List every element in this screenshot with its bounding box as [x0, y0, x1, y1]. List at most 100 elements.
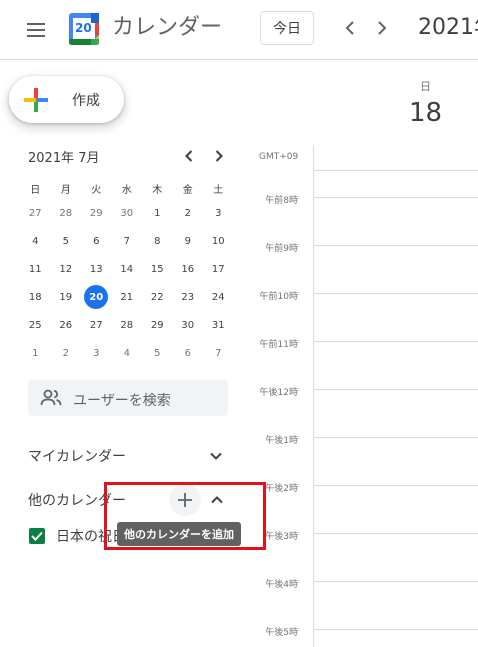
- chevron-right-icon: [378, 21, 387, 35]
- mini-calendar-day[interactable]: 6: [81, 227, 112, 255]
- mini-calendar-day[interactable]: 29: [81, 199, 112, 227]
- mini-calendar-day[interactable]: 7: [203, 339, 234, 367]
- mini-calendar-day[interactable]: 26: [51, 311, 82, 339]
- previous-period-button[interactable]: [338, 14, 362, 42]
- mini-calendar-grid: 日月火水木金土 27 28 29 30 1 2 3 4 5 6 7 8 9 10 11 12 13 14 15 16 17…: [20, 177, 234, 367]
- mini-calendar-day-number: 22: [150, 291, 164, 303]
- mini-calendar-day[interactable]: 23: [173, 283, 204, 311]
- hour-gridline: [313, 341, 478, 342]
- mini-calendar-day-number: 31: [211, 319, 225, 331]
- mini-calendar-day[interactable]: 6: [173, 339, 204, 367]
- mini-calendar-day-number: 13: [89, 263, 103, 275]
- mini-calendar-day-number: 23: [181, 291, 195, 303]
- mini-calendar-day-number: 10: [211, 235, 225, 247]
- mini-calendar-day[interactable]: 10: [203, 227, 234, 255]
- mini-calendar-day[interactable]: 4: [20, 227, 51, 255]
- hour-label: 午後5時: [265, 628, 298, 638]
- mini-calendar-day-number: 28: [120, 319, 134, 331]
- top-bar: 20 カレンダー 今日 2021年: [0, 0, 478, 60]
- mini-calendar-day-number: 9: [184, 235, 191, 247]
- timezone-label: GMT+09: [259, 152, 299, 162]
- mini-calendar-day[interactable]: 31: [203, 311, 234, 339]
- mini-calendar-day[interactable]: 17: [203, 255, 234, 283]
- mini-calendar-day-number: 4: [123, 347, 130, 359]
- mini-calendar-day[interactable]: 12: [51, 255, 82, 283]
- my-calendars-header[interactable]: マイカレンダー: [28, 446, 126, 466]
- mini-calendar-day[interactable]: 16: [173, 255, 204, 283]
- next-period-button[interactable]: [370, 14, 394, 42]
- mini-calendar-prev-month[interactable]: [179, 145, 199, 167]
- mini-calendar-day[interactable]: 15: [142, 255, 173, 283]
- mini-calendar-weekday: 水: [121, 184, 132, 196]
- mini-calendar-day-number: 16: [181, 263, 195, 275]
- mini-calendar-day[interactable]: 1: [142, 199, 173, 227]
- mini-calendar-day-number: 21: [120, 291, 134, 303]
- day-header-number[interactable]: 18: [409, 98, 442, 128]
- mini-calendar-day[interactable]: 27: [20, 199, 51, 227]
- mini-calendar-day[interactable]: 28: [51, 199, 82, 227]
- hour-label: 午後4時: [265, 580, 298, 590]
- plus-icon: [24, 88, 48, 112]
- mini-calendar-day[interactable]: 4: [112, 339, 143, 367]
- mini-calendar-day-number: 20: [84, 285, 109, 309]
- mini-calendar-day[interactable]: 2: [51, 339, 82, 367]
- mini-calendar-day-number: 30: [181, 319, 195, 331]
- hour-label: 午前11時: [259, 340, 298, 350]
- mini-calendar-day-number: 12: [59, 263, 73, 275]
- hour-gridline: [313, 581, 478, 582]
- mini-calendar-day[interactable]: 2: [173, 199, 204, 227]
- people-icon: [40, 389, 62, 406]
- mini-calendar-day[interactable]: 28: [112, 311, 143, 339]
- mini-calendar-day[interactable]: 8: [142, 227, 173, 255]
- mini-calendar-day[interactable]: 21: [112, 283, 143, 311]
- checkmark-icon: [31, 531, 43, 541]
- mini-calendar-day[interactable]: 24: [203, 283, 234, 311]
- logo-day-number: 20: [75, 21, 92, 35]
- mini-calendar-day[interactable]: 7: [112, 227, 143, 255]
- mini-calendar-day[interactable]: 5: [142, 339, 173, 367]
- mini-calendar-day[interactable]: 29: [142, 311, 173, 339]
- my-calendars-toggle[interactable]: [206, 446, 226, 466]
- create-button[interactable]: 作成: [9, 76, 124, 123]
- mini-calendar-day-number: 28: [59, 207, 73, 219]
- hour-gridline: [313, 437, 478, 438]
- hour-gridline: [313, 629, 478, 630]
- mini-calendar-day[interactable]: 11: [20, 255, 51, 283]
- mini-calendar-day[interactable]: 1: [20, 339, 51, 367]
- mini-calendar-day[interactable]: 19: [51, 283, 82, 311]
- mini-calendar-day-number: 3: [93, 347, 100, 359]
- main-menu-button[interactable]: [22, 16, 50, 44]
- mini-calendar-day[interactable]: 14: [112, 255, 143, 283]
- search-people-field[interactable]: ユーザーを検索: [28, 380, 228, 416]
- all-day-divider: [313, 170, 478, 171]
- mini-calendar-day[interactable]: 25: [20, 311, 51, 339]
- today-button[interactable]: 今日: [260, 11, 314, 45]
- hour-gridline: [313, 293, 478, 294]
- mini-calendar-day[interactable]: 3: [81, 339, 112, 367]
- holiday-calendar-checkbox[interactable]: [29, 528, 45, 544]
- chevron-right-icon: [215, 150, 223, 162]
- mini-calendar-weekday: 金: [182, 184, 193, 196]
- mini-calendar-day[interactable]: 30: [173, 311, 204, 339]
- mini-calendar-day[interactable]: 22: [142, 283, 173, 311]
- hour-label: 午後12時: [259, 388, 298, 398]
- mini-calendar-day-number: 29: [150, 319, 164, 331]
- mini-calendar-day[interactable]: 5: [51, 227, 82, 255]
- mini-calendar-day[interactable]: 27: [81, 311, 112, 339]
- mini-calendar-day[interactable]: 30: [112, 199, 143, 227]
- current-period-title: 2021年: [418, 15, 478, 40]
- mini-calendar-next-month[interactable]: [209, 145, 229, 167]
- mini-calendar-weekday: 火: [91, 184, 102, 196]
- mini-calendar-day[interactable]: 20: [81, 283, 112, 311]
- hour-label: 午後3時: [265, 532, 298, 542]
- mini-calendar-day-number: 19: [59, 291, 73, 303]
- chevron-left-icon: [185, 150, 193, 162]
- mini-calendar-day[interactable]: 9: [173, 227, 204, 255]
- mini-calendar-day[interactable]: 13: [81, 255, 112, 283]
- mini-calendar-day[interactable]: 18: [20, 283, 51, 311]
- mini-calendar-day[interactable]: 3: [203, 199, 234, 227]
- mini-calendar-day-number: 17: [211, 263, 225, 275]
- mini-calendar-day-number: 26: [59, 319, 73, 331]
- chevron-down-icon: [210, 452, 222, 460]
- mini-calendar-day-number: 8: [154, 235, 161, 247]
